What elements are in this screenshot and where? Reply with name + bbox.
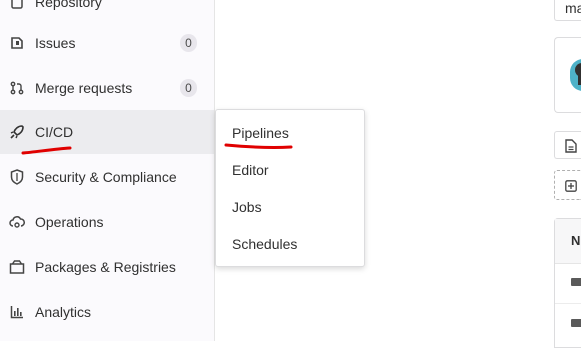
merge-requests-count-badge: 0: [180, 79, 197, 97]
annotation-underline-pipelines: [224, 143, 293, 149]
table-row[interactable]: [555, 304, 581, 344]
folder-icon: [571, 319, 581, 327]
chart-icon: [9, 304, 25, 320]
flyout-item-schedules[interactable]: Schedules: [232, 236, 297, 252]
table-row[interactable]: [555, 263, 581, 304]
issues-icon: [9, 35, 25, 51]
sidebar-item-security-compliance[interactable]: Security & Compliance: [0, 155, 214, 199]
sidebar-item-label: Merge requests: [35, 80, 133, 96]
sidebar-item-merge-requests[interactable]: Merge requests 0: [0, 66, 214, 110]
sidebar-item-issues[interactable]: Issues 0: [0, 21, 214, 65]
cloud-gear-icon: [9, 214, 25, 230]
sidebar-item-analytics[interactable]: Analytics: [0, 290, 214, 334]
shield-icon: [9, 169, 25, 185]
sidebar-item-packages-registries[interactable]: Packages & Registries: [0, 245, 214, 289]
file-icon: [565, 139, 577, 158]
rocket-icon: [9, 124, 25, 140]
branch-selector[interactable]: ma: [554, 0, 581, 21]
cicd-flyout-menu: Pipelines Editor Jobs Schedules: [215, 109, 365, 267]
doc-icon: [9, 0, 25, 10]
flyout-item-editor[interactable]: Editor: [232, 162, 269, 178]
add-icon: [565, 179, 577, 197]
table-header-name: N: [571, 233, 581, 248]
annotation-underline-cicd: [21, 146, 72, 155]
flyout-item-jobs[interactable]: Jobs: [232, 199, 262, 215]
merge-request-icon: [9, 80, 25, 96]
sidebar-item-operations[interactable]: Operations: [0, 200, 214, 244]
sidebar-item-label: Repository: [35, 0, 102, 10]
files-table-header: N: [555, 219, 581, 264]
branch-name-text: ma: [565, 0, 581, 16]
sidebar-item-label: Security & Compliance: [35, 169, 177, 185]
sidebar-item-label: Issues: [35, 35, 76, 51]
sidebar-item-label: CI/CD: [35, 124, 74, 140]
project-sidebar: Repository Issues 0 Merge requests 0 CI/…: [0, 0, 215, 341]
issues-count-badge: 0: [180, 34, 197, 52]
sidebar-item-label: Packages & Registries: [35, 259, 176, 275]
package-icon: [9, 259, 25, 275]
folder-icon: [571, 278, 581, 286]
flyout-item-pipelines[interactable]: Pipelines: [232, 125, 289, 141]
files-table: N: [554, 218, 581, 348]
sidebar-item-label: Analytics: [35, 304, 92, 320]
sidebar-item-label: Operations: [35, 214, 104, 230]
project-avatar-card: [554, 37, 581, 113]
add-button[interactable]: [554, 170, 581, 200]
avatar: [570, 59, 581, 91]
file-button[interactable]: [554, 131, 581, 159]
